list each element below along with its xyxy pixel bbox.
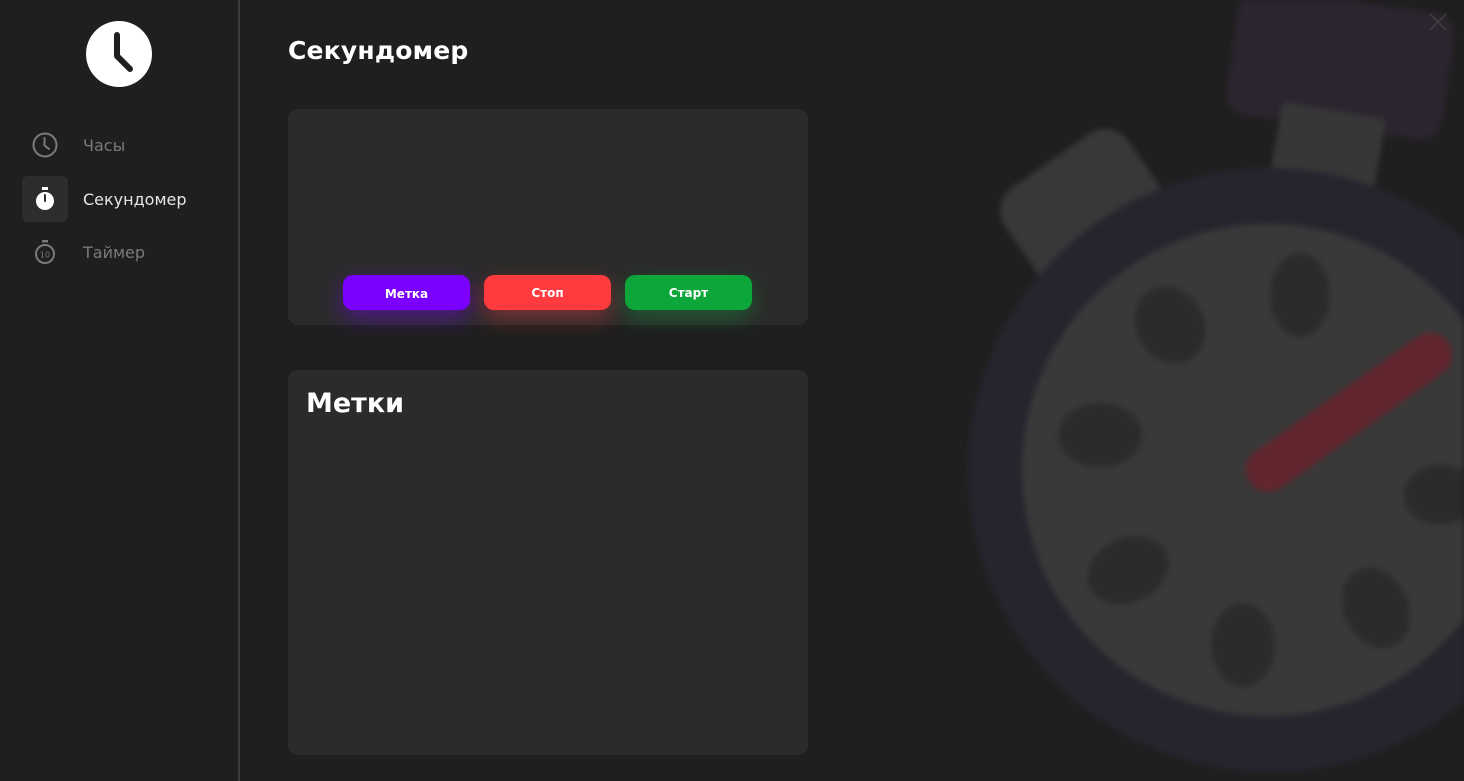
laps-title: Метки [306, 388, 405, 419]
sidebar-divider [238, 0, 240, 781]
lap-button[interactable]: Метка [343, 275, 470, 310]
close-icon [1429, 13, 1447, 31]
sidebar-item-label: Таймер [83, 242, 146, 262]
sidebar-item-label: Часы [83, 135, 126, 155]
sidebar-item-clock[interactable]: Часы [22, 122, 222, 168]
sidebar: Часы Секундомер 10 Таймер [0, 0, 238, 781]
close-button[interactable] [1426, 10, 1450, 34]
stopwatch-panel: Метка Стоп Старт [288, 109, 808, 325]
stopwatch-icon [36, 187, 54, 210]
clock-icon [32, 132, 58, 158]
stopwatch-illustration-graphic [968, 0, 1464, 772]
stopwatch-app: Часы Секундомер 10 Таймер Секундомер Мет… [0, 0, 1464, 781]
laps-panel: Метки [288, 370, 808, 755]
sidebar-item-stopwatch-icon-box [22, 176, 68, 222]
timer-icon: 10 [35, 240, 55, 264]
sidebar-item-timer-icon-box: 10 [22, 229, 68, 275]
sidebar-item-stopwatch[interactable]: Секундомер [22, 176, 222, 222]
stopwatch-illustration [900, 0, 1464, 781]
page-title: Секундомер [288, 36, 469, 65]
start-button[interactable]: Старт [625, 275, 752, 310]
sidebar-item-timer[interactable]: 10 Таймер [22, 229, 222, 275]
svg-text:10: 10 [40, 251, 50, 260]
sidebar-item-label: Секундомер [83, 189, 187, 209]
clock-logo-icon [114, 32, 133, 72]
stop-button[interactable]: Стоп [484, 275, 611, 310]
sidebar-item-clock-icon-box [22, 122, 68, 168]
app-logo [86, 21, 152, 87]
